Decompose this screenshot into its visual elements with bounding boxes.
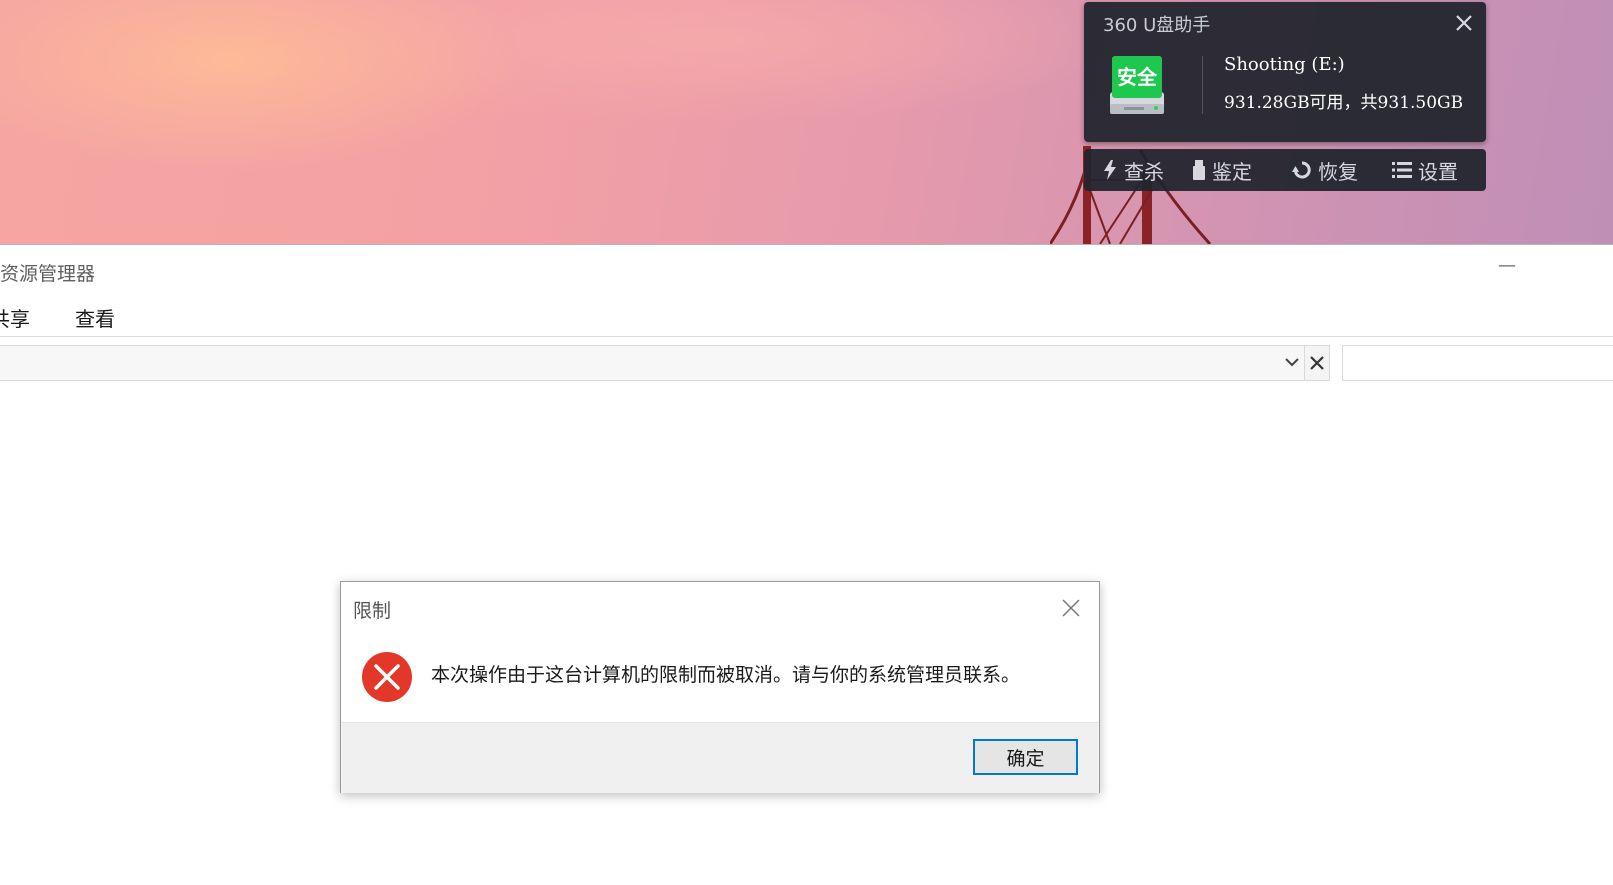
list-settings-icon [1392,162,1412,178]
popup-title: 360 U盘助手 [1103,15,1211,36]
chevron-down-icon[interactable] [1282,351,1302,373]
dialog-message: 本次操作由于这台计算机的限制而被取消。请与你的系统管理员联系。 [431,664,1021,686]
window-title: 资源管理器 [0,263,96,285]
usb-helper-popup: 360 U盘助手 安全 Shooting (E:) 931.28GB可用，共93… [1084,2,1486,142]
safe-badge: 安全 [1117,65,1158,89]
usb-drive-icon: 安全 [1110,56,1164,114]
recover-button[interactable]: 恢复 [1292,149,1358,191]
settings-label: 设置 [1418,159,1458,184]
identify-label: 鉴定 [1212,159,1252,184]
restriction-dialog: 限制 本次操作由于这台计算机的限制而被取消。请与你的系统管理员联系。 确定 [340,581,1100,793]
tab-share[interactable]: 共享 [0,303,30,332]
settings-button[interactable]: 设置 [1392,149,1458,191]
ok-button[interactable]: 确定 [973,739,1078,775]
close-icon [1310,356,1324,370]
scan-kill-button[interactable]: 查杀 [1102,149,1164,191]
restore-icon [1292,161,1311,179]
usb-drive-icon [1193,160,1205,180]
scan-kill-label: 查杀 [1124,159,1164,184]
lightning-icon [1104,160,1116,180]
recover-label: 恢复 [1318,159,1358,184]
minimize-button[interactable]: — [1492,251,1522,281]
error-icon [362,652,412,702]
close-icon[interactable] [1059,596,1083,620]
identify-button[interactable]: 鉴定 [1192,149,1252,191]
address-bar[interactable] [0,345,1305,381]
popup-separator [1202,56,1203,114]
usb-helper-toolbar: 查杀 鉴定 恢复 设置 [1084,149,1486,191]
tab-view[interactable]: 查看 [75,303,115,332]
dialog-title: 限制 [353,600,392,622]
dialog-footer: 确定 [341,722,1099,793]
drive-space: 931.28GB可用，共931.50GB [1224,93,1464,113]
search-input[interactable] [1342,345,1613,381]
drive-name: Shooting (E:) [1224,54,1345,75]
close-icon[interactable] [1452,11,1476,35]
address-clear-button[interactable] [1305,345,1330,381]
ribbon-divider [0,336,1613,337]
